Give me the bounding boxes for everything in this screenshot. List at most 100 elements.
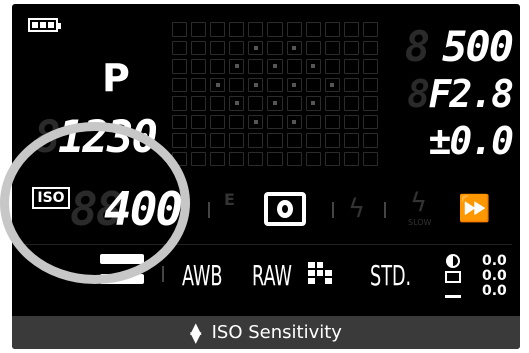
shutter-speed[interactable]: 500 [442, 22, 514, 71]
divider [162, 266, 164, 282]
battery-icon [28, 18, 61, 32]
af-cell [267, 77, 283, 92]
af-cell [362, 77, 378, 92]
flash-second-curtain-icon[interactable]: ⏩ [458, 194, 490, 224]
flash-icon[interactable]: ϟ [348, 194, 365, 224]
af-cell [172, 77, 188, 92]
af-cell [191, 77, 207, 92]
af-cell [324, 133, 340, 148]
af-cell [267, 96, 283, 111]
af-cell [305, 151, 321, 166]
flash-slow-icon[interactable]: ϟ [410, 188, 427, 218]
af-cell [172, 22, 188, 37]
af-cell [267, 133, 283, 148]
status-bar: ▲ ▼ ISO Sensitivity [12, 316, 520, 349]
af-cell [324, 151, 340, 166]
af-cell [248, 133, 264, 148]
contrast-value: 0.0 [482, 253, 507, 269]
af-cell [172, 40, 188, 55]
af-cell [343, 40, 359, 55]
af-cell [267, 151, 283, 166]
sharpness-icon [445, 286, 461, 298]
af-cell [210, 151, 226, 166]
af-cell [343, 114, 359, 129]
shutter-ghost-digit: 8 [404, 22, 430, 71]
aspect-ratio-icon[interactable] [308, 262, 332, 284]
af-cell [267, 22, 283, 37]
af-cell [267, 40, 283, 55]
saturation-icon [445, 271, 461, 283]
af-cell [362, 40, 378, 55]
image-quality[interactable]: RAW [252, 259, 292, 292]
af-cell [362, 133, 378, 148]
af-cell [229, 114, 245, 129]
af-cell [286, 133, 302, 148]
status-label: ISO Sensitivity [211, 322, 342, 343]
shooting-mode[interactable]: P [102, 56, 130, 100]
af-cell [286, 22, 302, 37]
af-cell [286, 59, 302, 74]
af-cell [343, 96, 359, 111]
af-cell [191, 114, 207, 129]
af-cell [248, 77, 264, 92]
image-adjust-icons [442, 254, 472, 298]
af-cell [191, 151, 207, 166]
af-cell [286, 114, 302, 129]
af-cell [210, 133, 226, 148]
af-cell [343, 22, 359, 37]
af-cell [343, 151, 359, 166]
divider [332, 202, 334, 218]
af-cell [229, 40, 245, 55]
white-balance[interactable]: AWB [182, 259, 223, 292]
af-cell [191, 96, 207, 111]
af-cell [210, 22, 226, 37]
af-cell [324, 22, 340, 37]
af-cell [324, 40, 340, 55]
af-cell [210, 114, 226, 129]
af-cell [191, 22, 207, 37]
af-cell [362, 22, 378, 37]
af-cell [324, 114, 340, 129]
picture-style[interactable]: STD. [370, 259, 411, 292]
af-cell [267, 59, 283, 74]
af-cell [305, 133, 321, 148]
af-cell [248, 22, 264, 37]
af-cell [229, 22, 245, 37]
af-point-grid[interactable] [172, 22, 378, 166]
af-cell [286, 40, 302, 55]
af-cell [191, 133, 207, 148]
af-cell [305, 59, 321, 74]
aperture-ghost-digit: 8 [407, 72, 430, 116]
af-mode-label: E [224, 190, 235, 209]
af-cell [210, 40, 226, 55]
af-cell [172, 133, 188, 148]
sharpness-value: 0.0 [482, 283, 507, 299]
af-cell [229, 133, 245, 148]
aperture-value[interactable]: F2.8 [428, 72, 514, 116]
af-cell [248, 59, 264, 74]
af-cell [324, 77, 340, 92]
af-cell [248, 96, 264, 111]
metering-mode-icon[interactable] [264, 192, 306, 226]
af-cell [362, 114, 378, 129]
af-cell [324, 59, 340, 74]
af-cell [229, 77, 245, 92]
af-cell [362, 96, 378, 111]
af-cell [305, 114, 321, 129]
up-down-arrows-icon: ▲ ▼ [190, 318, 202, 346]
image-adjust-values: 0.0 0.0 0.0 [482, 254, 507, 299]
exposure-compensation[interactable]: ±0.0 [428, 119, 514, 163]
af-cell [210, 96, 226, 111]
af-cell [362, 151, 378, 166]
af-cell [305, 96, 321, 111]
af-cell [305, 40, 321, 55]
af-cell [248, 40, 264, 55]
af-cell [305, 22, 321, 37]
af-cell [229, 59, 245, 74]
af-cell [172, 59, 188, 74]
saturation-value: 0.0 [482, 268, 507, 284]
af-cell [324, 96, 340, 111]
af-cell [210, 77, 226, 92]
contrast-icon [446, 254, 460, 268]
af-cell [172, 114, 188, 129]
